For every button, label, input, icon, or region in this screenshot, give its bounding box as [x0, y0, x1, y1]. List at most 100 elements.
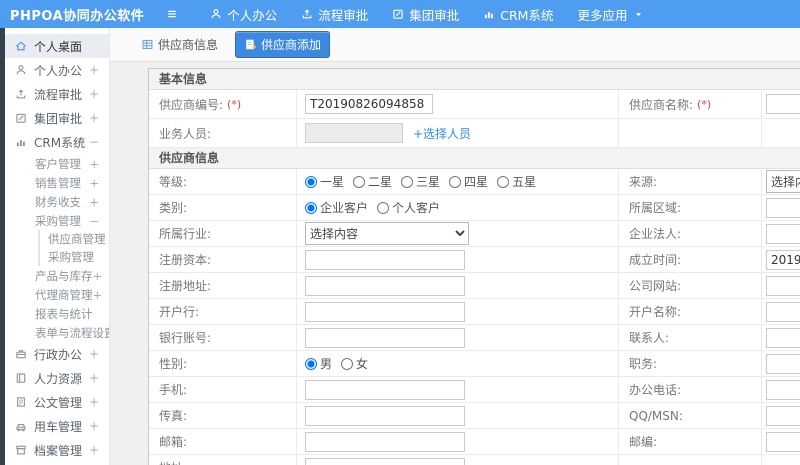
field-label: 手机:: [149, 377, 297, 402]
sidebar-item-flow-approval[interactable]: 流程审批 +: [5, 82, 109, 106]
fax-input[interactable]: [305, 405, 465, 426]
sidebar-subitem-label: 采购管理: [48, 250, 94, 264]
supplier-code-input[interactable]: [305, 94, 433, 114]
top-nav-flow-approval[interactable]: 流程审批: [301, 5, 368, 24]
supplier-name-input[interactable]: [766, 94, 800, 114]
founded-date-input[interactable]: [766, 249, 800, 270]
top-nav-group-approval[interactable]: 集团审批: [392, 5, 459, 24]
tab-label: 供应商添加: [261, 38, 322, 52]
top-nav-crm-system[interactable]: CRM系统: [483, 5, 553, 24]
category-radio[interactable]: [305, 201, 317, 214]
sidebar-item-crm-system[interactable]: CRM系统 −: [5, 130, 109, 154]
sidebar-subitem-product-stock[interactable]: 产品与库存 +: [5, 266, 109, 285]
sidebar-item-hr[interactable]: 人力资源 +: [5, 366, 109, 390]
category-option[interactable]: 个人客户: [377, 199, 440, 216]
account-name-input[interactable]: [766, 301, 800, 322]
sidebar-item-group-approval[interactable]: 集团审批 +: [5, 106, 109, 130]
expand-indicator: +: [88, 87, 99, 101]
form-row: 邮箱: 邮编:: [149, 429, 800, 455]
tab-supplier-add[interactable]: 供应商添加: [235, 31, 331, 58]
sidebar-subitem-label: 采购管理: [35, 213, 81, 228]
field-label: 联系人:: [619, 325, 762, 350]
registered-capital-input[interactable]: [305, 249, 465, 270]
sidebar-item-personal-office[interactable]: 个人办公 +: [5, 58, 109, 82]
level-option[interactable]: 一星: [305, 173, 344, 190]
level-option[interactable]: 四星: [449, 173, 488, 190]
sidebar-item-admin-office[interactable]: 行政办公 +: [5, 342, 109, 366]
level-radio[interactable]: [449, 175, 462, 188]
level-option[interactable]: 三星: [401, 173, 440, 190]
field-label: 企业法人:: [619, 221, 762, 246]
top-nav-label: 集团审批: [409, 7, 460, 23]
bank-name-input[interactable]: [305, 301, 465, 322]
sidebar-subitem-finance[interactable]: 财务收支 +: [5, 192, 109, 211]
sidebar-subitem-purchasing[interactable]: 采购管理: [38, 248, 109, 266]
sidebar-subitem-customer-mgmt[interactable]: 客户管理 +: [5, 154, 109, 173]
website-input[interactable]: [766, 275, 800, 296]
field-cell: [297, 273, 619, 298]
edit-icon: [15, 112, 27, 124]
top-nav-more-apps[interactable]: 更多应用: [577, 5, 643, 24]
registered-address-input[interactable]: [305, 275, 465, 296]
contact-input[interactable]: [766, 327, 800, 348]
field-label: 办公电话:: [619, 377, 762, 402]
bank-account-input[interactable]: [305, 327, 465, 348]
section-title: 供应商信息: [149, 148, 800, 169]
sidebar-subitem-label: 销售管理: [35, 175, 81, 190]
sidebar-subitem-supplier-mgmt[interactable]: 供应商管理: [38, 230, 109, 248]
level-radio[interactable]: [401, 175, 414, 188]
form-row: 类别: 企业客户 个人客户 所属区域:: [149, 195, 800, 221]
position-input[interactable]: [766, 353, 800, 374]
menu-toggle-icon[interactable]: [166, 8, 178, 20]
sidebar-item-label: 个人办公: [34, 63, 83, 78]
sidebar-subitem-agent-mgmt[interactable]: 代理商管理 +: [5, 285, 109, 304]
region-input[interactable]: [766, 197, 800, 218]
form-row: 手机: 办公电话:: [149, 377, 800, 403]
sidebar-item-vehicle-mgmt[interactable]: 用车管理 +: [5, 414, 109, 438]
industry-select[interactable]: 选择内容: [305, 222, 469, 245]
sales-person-input[interactable]: [305, 123, 403, 143]
gender-option[interactable]: 男: [305, 355, 332, 372]
address-input[interactable]: [305, 457, 465, 465]
sidebar-item-personal-desktop[interactable]: 个人桌面: [5, 34, 109, 58]
level-radio[interactable]: [353, 175, 366, 188]
sidebar-item-label: 人力资源: [34, 371, 83, 386]
expand-indicator: +: [88, 63, 99, 77]
sidebar-subitem-label: 表单与流程设置: [35, 325, 110, 340]
field-label: 地址:: [149, 455, 297, 465]
sidebar-subitem-form-flow-setup[interactable]: 表单与流程设置+: [5, 323, 109, 342]
level-radio[interactable]: [497, 175, 510, 188]
legal-person-input[interactable]: [766, 223, 800, 244]
form-row: 所属行业: 选择内容 企业法人:: [149, 221, 800, 247]
field-cell: 选择内容: [297, 221, 619, 246]
office-phone-input[interactable]: [766, 379, 800, 400]
sidebar-item-label: 集团审批: [34, 111, 83, 126]
sidebar-subitem-purchase-mgmt[interactable]: 采购管理 −: [5, 211, 109, 230]
gender-radio[interactable]: [341, 357, 354, 370]
sales-person-picker-link[interactable]: +选择人员: [413, 125, 471, 142]
level-option[interactable]: 五星: [497, 173, 536, 190]
edit-icon: [392, 8, 404, 20]
field-label: 供应商名称: (*): [619, 90, 762, 118]
top-nav: 个人办公 流程审批 集团审批 CRM系统 更多应用: [186, 5, 643, 24]
home-icon: [15, 40, 27, 52]
sidebar-subitem-sales-mgmt[interactable]: 销售管理 +: [5, 173, 109, 192]
email-input[interactable]: [305, 431, 465, 452]
field-label: 类别:: [149, 195, 297, 220]
top-nav-personal-office[interactable]: 个人办公: [210, 5, 277, 24]
gender-radio[interactable]: [305, 357, 317, 370]
sidebar-subitem-label: 报表与统计: [35, 306, 93, 321]
zip-code-input[interactable]: [766, 431, 800, 452]
source-select[interactable]: 选择内容: [766, 170, 800, 193]
qq-msn-input[interactable]: [766, 405, 800, 426]
mobile-input[interactable]: [305, 379, 465, 400]
sidebar-item-document-mgmt[interactable]: 公文管理 +: [5, 390, 109, 414]
category-option[interactable]: 企业客户: [305, 199, 368, 216]
level-option[interactable]: 二星: [353, 173, 392, 190]
category-radio[interactable]: [377, 201, 390, 214]
sidebar-item-archive-mgmt[interactable]: 档案管理 +: [5, 438, 109, 462]
level-radio[interactable]: [305, 175, 317, 188]
gender-option[interactable]: 女: [341, 355, 368, 372]
tab-supplier-info[interactable]: 供应商信息: [132, 31, 227, 58]
sidebar-subitem-reports[interactable]: 报表与统计: [5, 304, 109, 323]
